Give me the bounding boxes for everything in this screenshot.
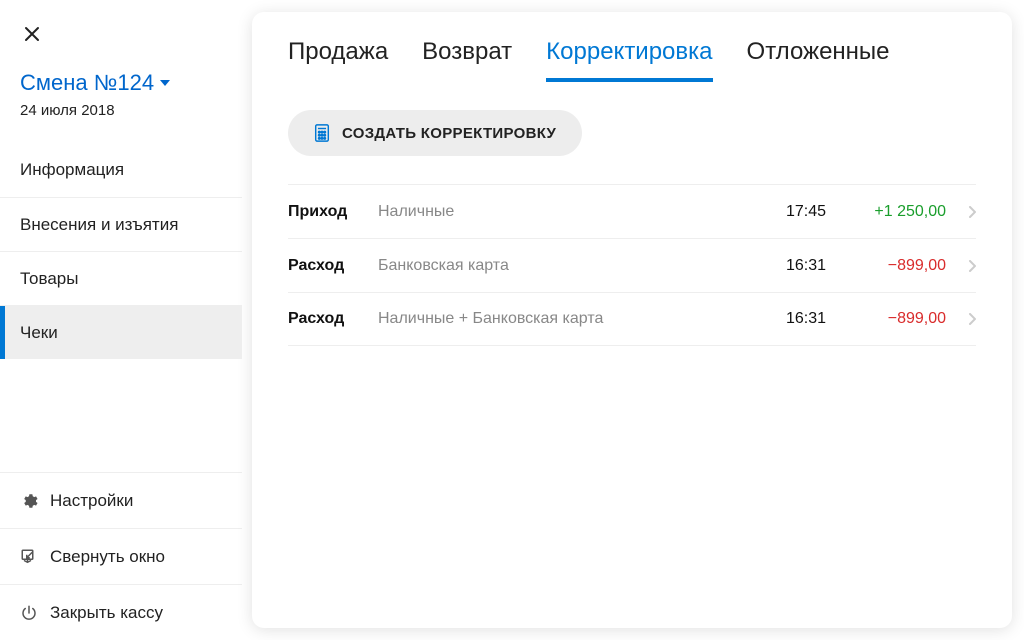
row-time: 17:45 xyxy=(756,203,826,221)
sidebar-nav: Информация Внесения и изъятия Товары Чек… xyxy=(0,143,242,359)
row-amount: −899,00 xyxy=(826,257,946,275)
sidebar-item-information[interactable]: Информация xyxy=(0,143,242,197)
sidebar-item-label: Закрыть кассу xyxy=(50,603,163,623)
sidebar-item-settings[interactable]: Настройки xyxy=(0,472,242,528)
tab-label: Продажа xyxy=(288,38,388,65)
sidebar-item-label: Внесения и изъятия xyxy=(20,215,178,235)
tab-label: Возврат xyxy=(422,38,512,65)
tabs: Продажа Возврат Корректировка Отложенные xyxy=(288,38,976,82)
row-amount: +1 250,00 xyxy=(826,203,946,221)
tab-label: Отложенные xyxy=(747,38,890,65)
table-row[interactable]: Расход Наличные + Банковская карта 16:31… xyxy=(288,292,976,346)
table-row[interactable]: Приход Наличные 17:45 +1 250,00 xyxy=(288,184,976,238)
sidebar-utility: Настройки Свернуть окно Закрыть кассу xyxy=(0,472,242,640)
chevron-right-icon xyxy=(946,313,976,325)
sidebar-item-deposits-withdrawals[interactable]: Внесения и изъятия xyxy=(0,197,242,251)
tab-return[interactable]: Возврат xyxy=(422,38,512,82)
tab-correction[interactable]: Корректировка xyxy=(546,38,712,82)
sidebar: Смена №124 24 июля 2018 Информация Внесе… xyxy=(0,0,242,640)
sidebar-item-label: Чеки xyxy=(20,323,58,343)
row-amount: −899,00 xyxy=(826,310,946,328)
power-icon xyxy=(20,604,38,622)
table-row[interactable]: Расход Банковская карта 16:31 −899,00 xyxy=(288,238,976,292)
row-type: Расход xyxy=(288,310,378,328)
sidebar-item-label: Товары xyxy=(20,269,78,289)
row-method: Наличные + Банковская карта xyxy=(378,310,756,328)
create-correction-label: СОЗДАТЬ КОРРЕКТИРОВКУ xyxy=(342,125,556,142)
tab-deferred[interactable]: Отложенные xyxy=(747,38,890,82)
tab-sale[interactable]: Продажа xyxy=(288,38,388,82)
sidebar-item-close-register[interactable]: Закрыть кассу xyxy=(0,584,242,640)
minimize-window-icon xyxy=(20,548,38,566)
sidebar-item-receipts[interactable]: Чеки xyxy=(0,305,242,359)
row-method: Наличные xyxy=(378,203,756,221)
calculator-icon xyxy=(314,124,330,142)
caret-down-icon xyxy=(160,80,170,86)
row-time: 16:31 xyxy=(756,310,826,328)
create-correction-button[interactable]: СОЗДАТЬ КОРРЕКТИРОВКУ xyxy=(288,110,582,156)
sidebar-item-goods[interactable]: Товары xyxy=(0,251,242,305)
shift-title-label: Смена №124 xyxy=(20,70,154,96)
sidebar-item-label: Настройки xyxy=(50,491,133,511)
row-method: Банковская карта xyxy=(378,257,756,275)
shift-date: 24 июля 2018 xyxy=(20,102,222,119)
sidebar-item-label: Информация xyxy=(20,160,124,180)
chevron-right-icon xyxy=(946,206,976,218)
correction-list: Приход Наличные 17:45 +1 250,00 Расход Б… xyxy=(288,184,976,346)
chevron-right-icon xyxy=(946,260,976,272)
gear-icon xyxy=(20,492,38,510)
row-type: Приход xyxy=(288,203,378,221)
tab-label: Корректировка xyxy=(546,38,712,65)
row-time: 16:31 xyxy=(756,257,826,275)
sidebar-item-minimize[interactable]: Свернуть окно xyxy=(0,528,242,584)
main-panel: Продажа Возврат Корректировка Отложенные… xyxy=(252,12,1012,628)
shift-selector[interactable]: Смена №124 xyxy=(20,70,170,96)
row-type: Расход xyxy=(288,257,378,275)
close-icon xyxy=(24,26,40,42)
sidebar-item-label: Свернуть окно xyxy=(50,547,165,567)
close-button[interactable] xyxy=(20,22,44,46)
